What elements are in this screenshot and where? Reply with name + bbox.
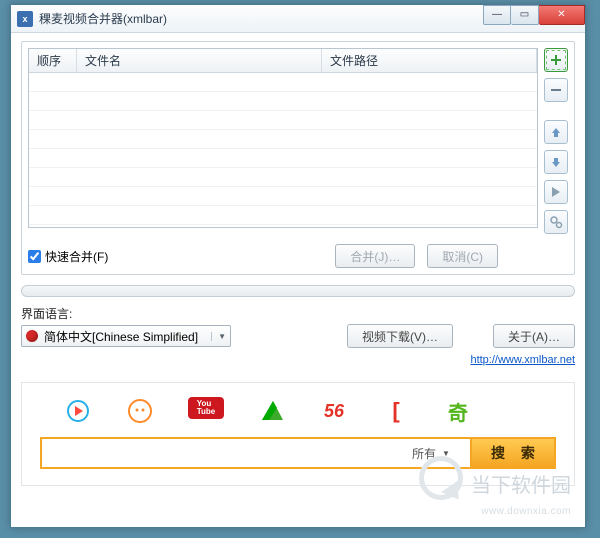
chevron-down-icon: ▼ — [442, 449, 450, 458]
move-up-button[interactable] — [544, 120, 568, 144]
client-area: 顺序 文件名 文件路径 — [11, 33, 585, 494]
site-icon-letv[interactable]: [ — [382, 397, 410, 425]
gear-icon — [549, 215, 563, 229]
triangle-icon — [259, 398, 285, 424]
search-filter-label: 所有 — [412, 445, 436, 462]
table-row[interactable] — [29, 73, 537, 92]
search-button[interactable]: 搜 索 — [470, 437, 556, 469]
watermark-url: www.downxia.com — [481, 506, 571, 517]
settings-button[interactable] — [544, 210, 568, 234]
window-controls: — ▭ ✕ — [483, 5, 585, 25]
maximize-button[interactable]: ▭ — [511, 5, 539, 25]
video-download-button[interactable]: 视频下载(V)… — [347, 324, 453, 348]
tudou-icon — [127, 398, 153, 424]
play-icon — [551, 186, 561, 198]
app-icon: x — [17, 11, 33, 27]
col-filepath[interactable]: 文件路径 — [322, 49, 537, 72]
col-filename[interactable]: 文件名 — [77, 49, 322, 72]
search-panel: YouTube 56 [ 奇 所有 ▼ 搜 索 — [21, 382, 575, 486]
language-selected: 简体中文[Chinese Simplified] — [44, 328, 198, 345]
search-filter-combo[interactable]: 所有 ▼ — [392, 437, 470, 469]
homepage-link[interactable]: http://www.xmlbar.net — [21, 354, 575, 366]
language-combo[interactable]: 简体中文[Chinese Simplified] ▼ — [21, 325, 231, 347]
action-row: 快速合并(F) 合并(J)… 取消(C) — [28, 244, 568, 268]
site-icon-youku[interactable] — [64, 397, 92, 425]
cancel-button[interactable]: 取消(C) — [427, 244, 498, 268]
site-icon-qiyi[interactable]: 奇 — [444, 397, 472, 425]
window-title: 稞麦视频合并器(xmlbar) — [39, 10, 483, 27]
site-icon-youtube[interactable]: YouTube — [188, 397, 224, 419]
table-row[interactable] — [29, 149, 537, 168]
search-input[interactable] — [40, 437, 392, 469]
table-row[interactable] — [29, 206, 537, 225]
plus-icon — [549, 53, 563, 67]
app-window: x 稞麦视频合并器(xmlbar) — ▭ ✕ 顺序 文件名 文件路径 — [10, 4, 586, 528]
arrow-down-icon — [550, 156, 562, 168]
fast-merge-input[interactable] — [28, 250, 41, 263]
side-toolbar — [544, 48, 568, 234]
col-order[interactable]: 顺序 — [29, 49, 77, 72]
close-button[interactable]: ✕ — [539, 5, 585, 25]
table-row[interactable] — [29, 168, 537, 187]
file-list-panel: 顺序 文件名 文件路径 — [21, 41, 575, 275]
file-grid[interactable]: 顺序 文件名 文件路径 — [28, 48, 538, 228]
language-label: 界面语言: — [21, 305, 579, 322]
site-icon-green[interactable] — [258, 397, 286, 425]
flag-icon — [26, 330, 38, 342]
fast-merge-checkbox[interactable]: 快速合并(F) — [28, 248, 108, 265]
table-row[interactable] — [29, 111, 537, 130]
move-down-button[interactable] — [544, 150, 568, 174]
site-icon-tudou[interactable] — [126, 397, 154, 425]
fast-merge-label: 快速合并(F) — [45, 248, 108, 265]
add-button[interactable] — [544, 48, 568, 72]
language-row-wrap: 界面语言: 简体中文[Chinese Simplified] ▼ 视频下载(V)… — [21, 305, 575, 366]
titlebar[interactable]: x 稞麦视频合并器(xmlbar) — ▭ ✕ — [11, 5, 585, 33]
site-icon-56[interactable]: 56 — [320, 397, 348, 425]
minimize-button[interactable]: — — [483, 5, 511, 25]
grid-header: 顺序 文件名 文件路径 — [29, 49, 537, 73]
arrow-up-icon — [550, 126, 562, 138]
separator — [21, 285, 575, 297]
play-button[interactable] — [544, 180, 568, 204]
table-row[interactable] — [29, 130, 537, 149]
about-button[interactable]: 关于(A)… — [493, 324, 575, 348]
remove-button[interactable] — [544, 78, 568, 102]
youku-icon — [65, 398, 91, 424]
site-icon-row: YouTube 56 [ 奇 — [40, 397, 556, 437]
search-row: 所有 ▼ 搜 索 — [40, 437, 556, 469]
table-row[interactable] — [29, 187, 537, 206]
merge-button[interactable]: 合并(J)… — [335, 244, 415, 268]
table-row[interactable] — [29, 92, 537, 111]
chevron-down-icon: ▼ — [211, 332, 226, 341]
minus-icon — [549, 83, 563, 97]
grid-body[interactable] — [29, 73, 537, 227]
